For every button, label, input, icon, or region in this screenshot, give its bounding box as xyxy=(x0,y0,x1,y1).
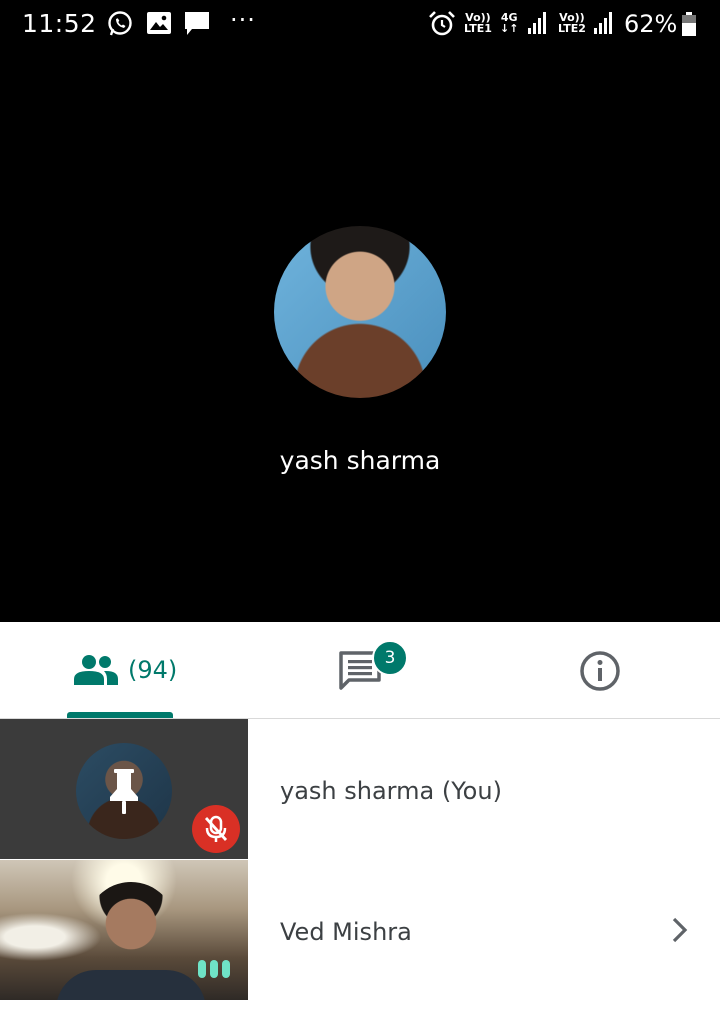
chevron-right-icon[interactable] xyxy=(668,915,692,945)
participant-video-thumbnail xyxy=(0,860,248,1000)
status-bar: 11:52 ··· Vo)) LTE1 4G ↓↑ Vo)) LTE2 62% xyxy=(0,0,720,50)
network-label: 4G ↓↑ xyxy=(500,12,518,34)
message-icon xyxy=(185,12,209,35)
chat-unread-badge: 3 xyxy=(372,640,408,676)
tab-people[interactable]: (94) xyxy=(0,622,240,718)
participant-row[interactable]: yash sharma (You) xyxy=(0,719,720,860)
info-icon xyxy=(580,651,620,691)
data-arrows: ↓↑ xyxy=(500,22,519,35)
people-count: (94) xyxy=(128,656,178,684)
tab-chat[interactable]: 3 xyxy=(240,622,480,718)
participant-name: yash sharma (You) xyxy=(280,777,502,805)
participant-row[interactable]: Ved Mishra xyxy=(0,860,720,1000)
battery-icon xyxy=(682,12,696,36)
tab-info[interactable] xyxy=(480,622,720,718)
muted-mic-icon xyxy=(192,805,240,853)
participant-list: yash sharma (You) Ved Mishra xyxy=(0,719,720,1011)
signal-icon-sim1 xyxy=(528,12,546,34)
sim1-lte: LTE1 xyxy=(464,22,492,35)
participant-name: Ved Mishra xyxy=(280,918,412,946)
active-tab-indicator xyxy=(67,712,173,718)
pin-icon xyxy=(110,769,138,814)
sim2-lte: LTE2 xyxy=(558,22,586,35)
signal-icon-sim2 xyxy=(594,12,612,34)
people-icon xyxy=(74,655,118,685)
battery-percent: 62% xyxy=(624,10,678,38)
participant-thumbnail xyxy=(0,719,248,859)
sim1-label: Vo)) LTE1 xyxy=(464,12,492,34)
speaking-indicator-icon xyxy=(198,960,230,978)
sim2-label: Vo)) LTE2 xyxy=(558,12,586,34)
main-video-stage[interactable]: yash sharma xyxy=(0,50,720,622)
image-icon xyxy=(147,12,171,34)
meeting-tabs: (94) 3 xyxy=(0,622,720,719)
whatsapp-icon xyxy=(108,11,132,36)
status-time: 11:52 xyxy=(22,9,97,38)
participant-video-face xyxy=(86,882,176,982)
alarm-icon xyxy=(429,11,455,36)
more-icon: ··· xyxy=(230,6,256,34)
presenter-avatar xyxy=(274,226,446,398)
presenter-name: yash sharma xyxy=(279,446,441,475)
